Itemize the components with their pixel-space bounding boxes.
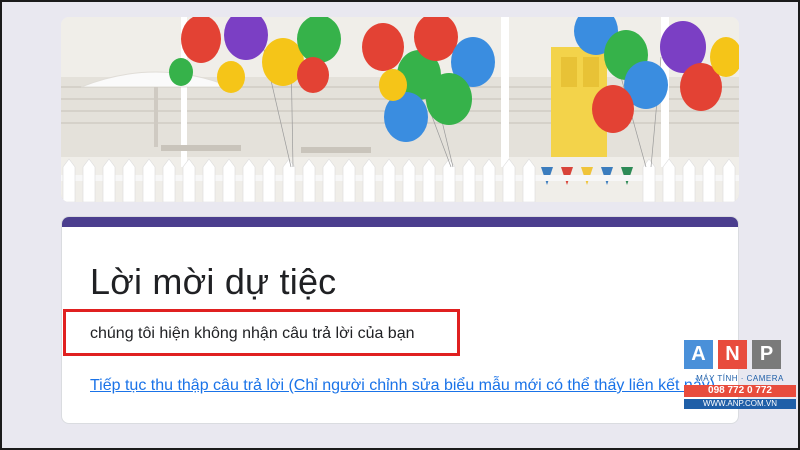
watermark-letters: A N P — [684, 340, 781, 369]
watermark-letter-a: A — [684, 340, 713, 369]
annotation-highlight-box — [63, 309, 460, 356]
anp-watermark-logo: A N P MÁY TÍNH · CAMERA 098 772 0 772 WW… — [684, 340, 796, 410]
card-accent-bar — [62, 217, 738, 227]
watermark-phone: 098 772 0 772 — [684, 385, 796, 397]
watermark-url: WWW.ANP.COM.VN — [684, 399, 796, 409]
watermark-letter-p: P — [752, 340, 781, 369]
continue-collecting-responses-link[interactable]: Tiếp tục thu thập câu trả lời (Chỉ người… — [90, 377, 715, 395]
header-banner-image — [61, 17, 739, 202]
watermark-letter-n: N — [718, 340, 747, 369]
form-title: Lời mời dự tiệc — [90, 261, 337, 302]
party-balloons-image — [61, 17, 739, 202]
watermark-tagline: MÁY TÍNH · CAMERA — [696, 374, 784, 383]
